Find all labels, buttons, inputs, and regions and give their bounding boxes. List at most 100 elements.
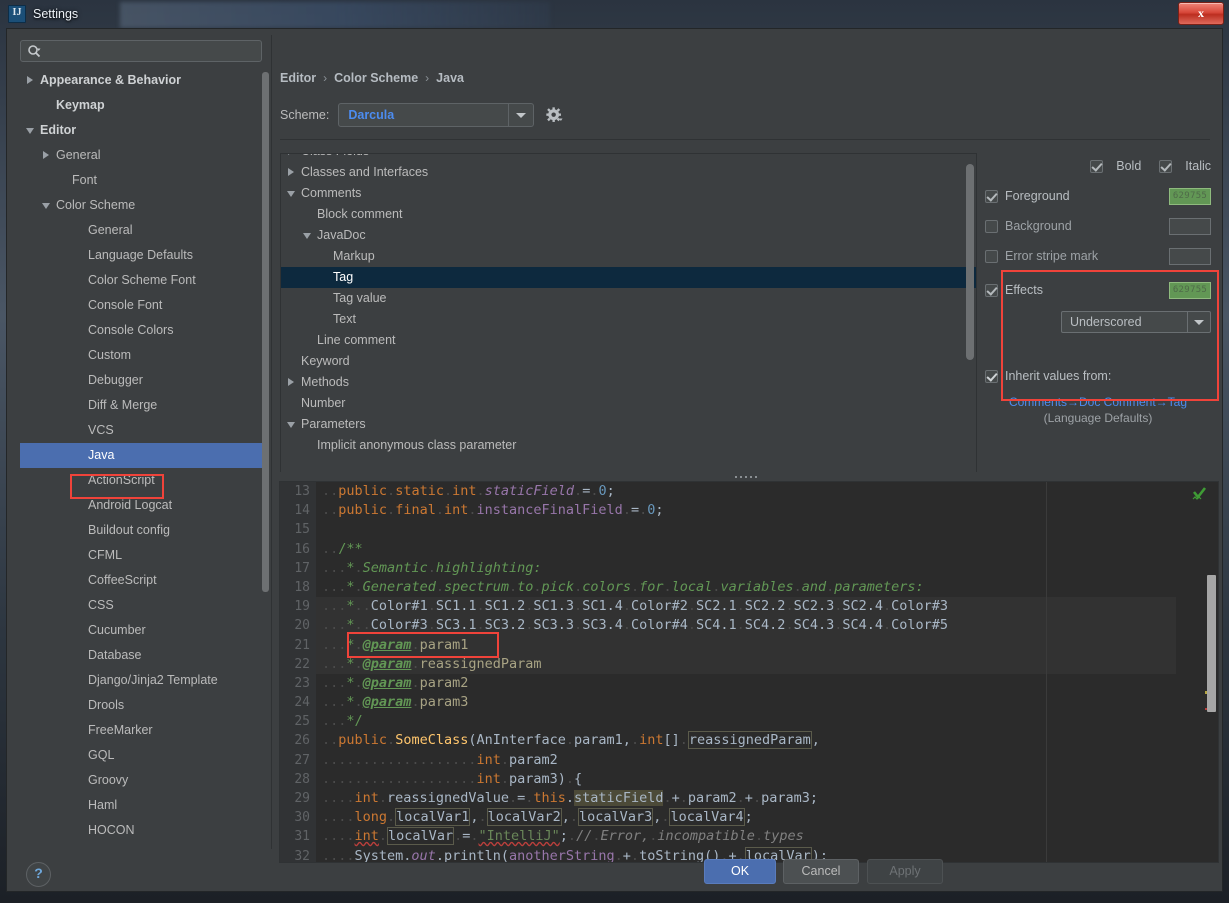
chevron-right-icon[interactable] xyxy=(287,378,296,387)
code-scrollbar-track[interactable] xyxy=(1192,482,1218,862)
breadcrumb-item-editor[interactable]: Editor xyxy=(280,71,316,85)
inherit-checkbox[interactable] xyxy=(985,369,998,383)
sidebar-item-debugger[interactable]: Debugger xyxy=(20,368,269,393)
chevron-down-icon[interactable] xyxy=(303,231,312,240)
chevron-down-icon[interactable] xyxy=(42,201,51,210)
sidebar-item-css[interactable]: CSS xyxy=(20,593,269,618)
foreground-checkbox[interactable] xyxy=(985,189,998,203)
effects-color-swatch[interactable]: 629755 xyxy=(1169,281,1211,299)
scheme-select[interactable]: Darcula xyxy=(338,103,535,127)
help-icon[interactable]: ? xyxy=(26,862,51,887)
sidebar-item-hocon[interactable]: HOCON xyxy=(20,818,269,843)
sidebar-item-font[interactable]: Font xyxy=(20,168,269,193)
sidebar-item-console-font[interactable]: Console Font xyxy=(20,293,269,318)
sidebar-item-java[interactable]: Java xyxy=(20,443,269,468)
chevron-right-icon[interactable] xyxy=(287,168,296,177)
sidebar-item-database[interactable]: Database xyxy=(20,643,269,668)
attribute-item-tag[interactable]: Tag xyxy=(281,267,976,288)
sidebar-item-cucumber[interactable]: Cucumber xyxy=(20,618,269,643)
color-attributes-tree[interactable]: Class Fields Classes and Interfaces Commen… xyxy=(280,153,977,481)
sidebar-item-groovy[interactable]: Groovy xyxy=(20,768,269,793)
sidebar-item-haml[interactable]: Haml xyxy=(20,793,269,818)
sidebar-item-drools[interactable]: Drools xyxy=(20,693,269,718)
chevron-down-icon[interactable] xyxy=(287,189,296,198)
attribute-item-comments[interactable]: Comments xyxy=(281,183,976,204)
search-input[interactable] xyxy=(41,44,261,58)
cancel-button[interactable]: Cancel xyxy=(783,859,859,884)
sidebar-item-android-logcat[interactable]: Android Logcat xyxy=(20,493,269,518)
chevron-down-icon[interactable] xyxy=(26,126,35,135)
attributes-scrollbar-thumb[interactable] xyxy=(966,164,974,360)
background-checkbox[interactable] xyxy=(985,219,998,233)
foreground-color-swatch[interactable]: 629755 xyxy=(1169,187,1211,205)
attribute-item-keyword[interactable]: Keyword xyxy=(281,351,976,372)
effects-type-select[interactable]: Underscored xyxy=(1061,311,1211,333)
italic-checkbox[interactable] xyxy=(1159,159,1173,173)
inherit-source-link[interactable]: Comments→Doc Comment→Tag xyxy=(985,395,1211,409)
preview-splitter[interactable] xyxy=(273,472,1219,481)
error-stripe-checkbox[interactable] xyxy=(985,249,998,263)
chevron-right-icon[interactable] xyxy=(42,151,51,160)
ok-button[interactable]: OK xyxy=(704,859,776,884)
attribute-item-line-comment[interactable]: Line comment xyxy=(281,330,976,351)
sidebar-item-gql[interactable]: GQL xyxy=(20,743,269,768)
sidebar-item-console-colors[interactable]: Console Colors xyxy=(20,318,269,343)
attribute-item-number[interactable]: Number xyxy=(281,393,976,414)
apply-button[interactable]: Apply xyxy=(867,859,943,884)
attribute-item-text[interactable]: Text xyxy=(281,309,976,330)
sidebar-item-custom[interactable]: Custom xyxy=(20,343,269,368)
sidebar-item-appearance-behavior[interactable]: Appearance & Behavior xyxy=(20,68,269,93)
attribute-item-implicit-anonymous-class-parameter[interactable]: Implicit anonymous class parameter xyxy=(281,435,976,456)
sidebar-item-freemarker[interactable]: FreeMarker xyxy=(20,718,269,743)
bold-checkbox[interactable] xyxy=(1090,159,1104,173)
attribute-item-block-comment[interactable]: Block comment xyxy=(281,204,976,225)
chevron-down-icon[interactable] xyxy=(1187,312,1210,332)
search-box[interactable] xyxy=(20,40,262,62)
gear-icon[interactable] xyxy=(546,106,563,124)
attribute-item-markup[interactable]: Markup xyxy=(281,246,976,267)
sidebar-item-coffeescript[interactable]: CoffeeScript xyxy=(20,568,269,593)
code-content[interactable]: ..public.static.int.staticField.=.0; ..p… xyxy=(316,482,1176,862)
sidebar-item-diff-merge[interactable]: Diff & Merge xyxy=(20,393,269,418)
sidebar-item-keymap[interactable]: Keymap xyxy=(20,93,269,118)
attribute-item-methods[interactable]: Methods xyxy=(281,372,976,393)
sidebar-item-actionscript[interactable]: ActionScript xyxy=(20,468,269,493)
sidebar-item-general[interactable]: General xyxy=(20,143,269,168)
sidebar-item-color-scheme-font[interactable]: Color Scheme Font xyxy=(20,268,269,293)
attribute-item-parameters[interactable]: Parameters xyxy=(281,414,976,435)
settings-tree[interactable]: Appearance & Behavior Keymap Editor General… xyxy=(20,68,269,848)
sidebar-scrollbar-track[interactable] xyxy=(262,68,269,848)
sidebar-item-editor[interactable]: Editor xyxy=(20,118,269,143)
chevron-down-icon[interactable] xyxy=(508,104,533,126)
close-icon[interactable]: x xyxy=(1178,2,1224,25)
effects-checkbox[interactable] xyxy=(985,283,998,297)
sidebar-item-vcs[interactable]: VCS xyxy=(20,418,269,443)
sidebar-item-cfml[interactable]: CFML xyxy=(20,543,269,568)
background-color-swatch[interactable] xyxy=(1169,217,1211,235)
code-scrollbar-thumb[interactable] xyxy=(1207,575,1216,712)
code-preview[interactable]: 13 14 15 16 17 18 19 20 21 22 23 24 25 26 27 28 29 30 31 32… xyxy=(279,481,1219,863)
attribute-item-label: Implicit anonymous class parameter xyxy=(317,438,517,452)
sidebar-item-language-defaults[interactable]: Language Defaults xyxy=(20,243,269,268)
inspection-ok-checkmark-icon[interactable] xyxy=(1192,486,1207,506)
chevron-down-icon[interactable] xyxy=(287,420,296,429)
breadcrumb-item-color-scheme[interactable]: Color Scheme xyxy=(334,71,418,85)
font-style-row: Bold Italic xyxy=(985,153,1211,179)
error-stripe-color-swatch[interactable] xyxy=(1169,247,1211,265)
sidebar-item-general[interactable]: General xyxy=(20,218,269,243)
background-row: Background xyxy=(985,213,1211,239)
sidebar-item-buildout-config[interactable]: Buildout config xyxy=(20,518,269,543)
chevron-right-icon[interactable] xyxy=(287,154,296,156)
attribute-item-class-fields[interactable]: Class Fields xyxy=(281,154,976,162)
attribute-item-tag-value[interactable]: Tag value xyxy=(281,288,976,309)
chevron-right-icon[interactable] xyxy=(26,76,35,85)
sidebar-item-color-scheme[interactable]: Color Scheme xyxy=(20,193,269,218)
attribute-item-javadoc[interactable]: JavaDoc xyxy=(281,225,976,246)
breadcrumb-item-java: Java xyxy=(436,71,464,85)
sidebar-item-label: Drools xyxy=(88,698,125,712)
sidebar-scrollbar-thumb[interactable] xyxy=(262,72,269,592)
sidebar-item-django-jinja2-template[interactable]: Django/Jinja2 Template xyxy=(20,668,269,693)
attribute-item-classes-and-interfaces[interactable]: Classes and Interfaces xyxy=(281,162,976,183)
